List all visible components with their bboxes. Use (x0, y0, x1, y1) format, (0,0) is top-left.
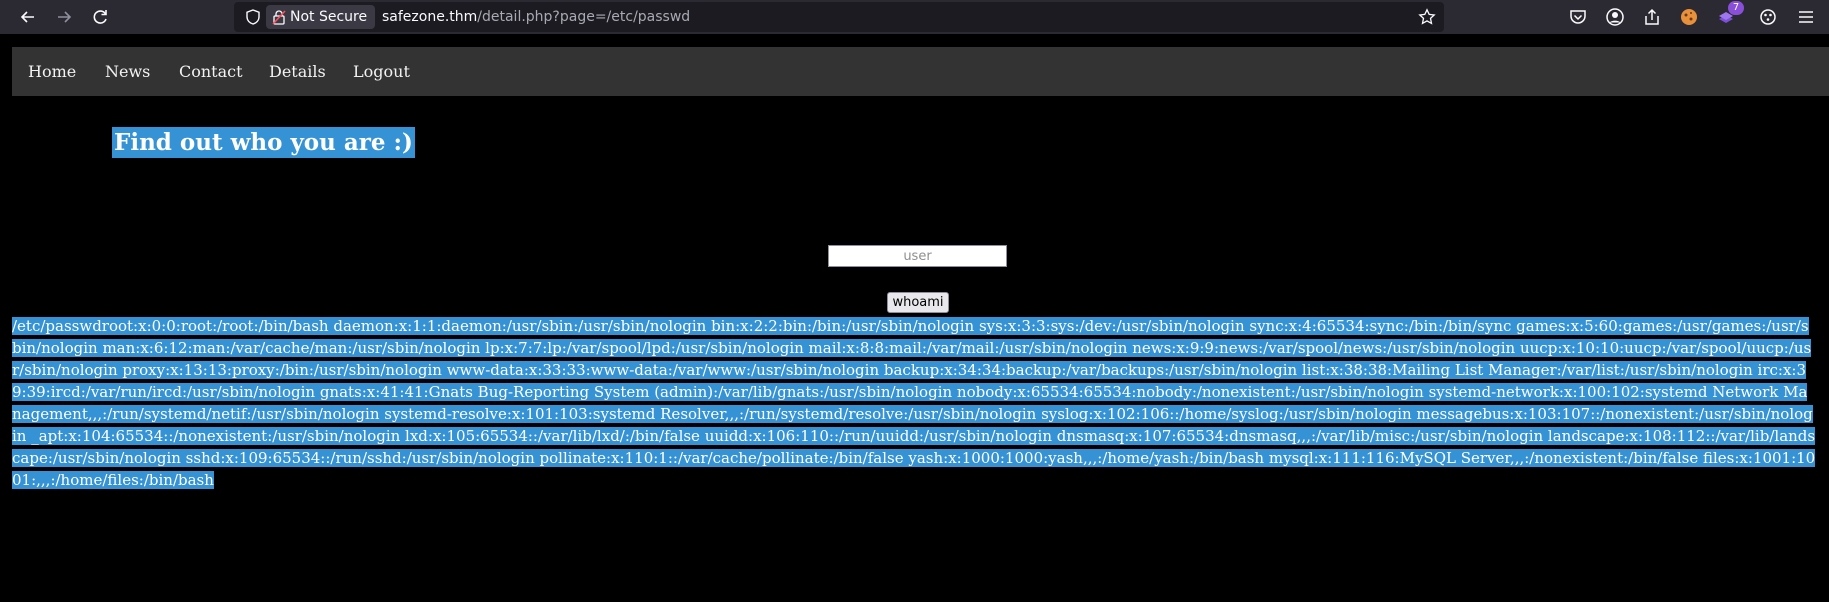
cookie-extension-icon[interactable] (1679, 7, 1699, 27)
url-host: safezone.thm (382, 9, 478, 25)
reload-icon[interactable] (86, 3, 114, 31)
security-label: Not Secure (290, 9, 368, 25)
share-icon[interactable] (1642, 7, 1662, 27)
lock-strikethrough-icon (272, 10, 286, 25)
url-bar[interactable]: Not Secure safezone.thm/detail.php?page=… (234, 2, 1444, 32)
page-heading: Find out who you are :) (112, 127, 415, 158)
extension-badge: 7 (1728, 1, 1744, 15)
command-output: /etc/passwdroot:x:0:0:root:/root:/bin/ba… (12, 315, 1817, 491)
site-navbar: Home News Contact Details Logout (12, 47, 1829, 96)
security-indicator[interactable]: Not Secure (266, 5, 376, 29)
back-arrow-icon[interactable] (14, 3, 42, 31)
whoami-button[interactable]: whoami (887, 292, 949, 313)
forward-arrow-icon[interactable] (50, 3, 78, 31)
nav-details-link[interactable]: Details (269, 47, 326, 96)
nav-logout-link[interactable]: Logout (353, 47, 410, 96)
command-output-text: /etc/passwdroot:x:0:0:root:/root:/bin/ba… (12, 317, 1816, 489)
url-text[interactable]: safezone.thm/detail.php?page=/etc/passwd (382, 2, 690, 32)
hamburger-menu-icon[interactable] (1796, 7, 1816, 27)
nav-contact-link[interactable]: Contact (179, 47, 243, 96)
browser-toolbar: Not Secure safezone.thm/detail.php?page=… (0, 0, 1829, 34)
nav-home-link[interactable]: Home (28, 47, 76, 96)
shield-icon[interactable] (244, 8, 262, 26)
puzzle-icon[interactable] (1758, 7, 1778, 27)
url-path: /detail.php?page=/etc/passwd (477, 9, 691, 25)
account-icon[interactable] (1605, 7, 1625, 27)
pocket-icon[interactable] (1568, 7, 1588, 27)
star-icon[interactable] (1418, 8, 1436, 26)
nav-news-link[interactable]: News (105, 47, 150, 96)
user-input[interactable] (828, 245, 1007, 267)
